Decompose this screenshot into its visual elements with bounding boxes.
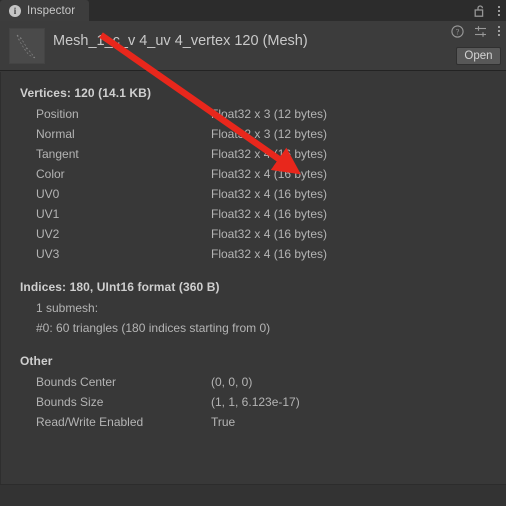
object-title: Mesh_1_c_v 4_uv 4_vertex 120 (Mesh): [53, 33, 308, 49]
kebab-menu-icon-header[interactable]: [498, 24, 500, 38]
lock-open-icon[interactable]: [474, 4, 486, 18]
attribute-label: Normal: [36, 127, 75, 141]
attribute-value: Float32 x 4 (16 bytes): [211, 167, 328, 181]
attribute-value: Float32 x 4 (16 bytes): [211, 207, 328, 221]
submesh-count-row: 1 submesh:: [1, 298, 506, 318]
attribute-value: Float32 x 4 (16 bytes): [211, 187, 328, 201]
attribute-label: Color: [36, 167, 65, 181]
vertex-attribute-row: UV3 Float32 x 4 (16 bytes): [1, 244, 506, 264]
mesh-preview-thumbnail[interactable]: [9, 28, 45, 64]
other-heading: Other: [20, 354, 53, 368]
svg-text:?: ?: [456, 27, 460, 36]
other-value: (1, 1, 6.123e-17): [211, 395, 300, 409]
attribute-value: Float32 x 4 (16 bytes): [211, 227, 328, 241]
other-row: Bounds Size (1, 1, 6.123e-17): [1, 392, 506, 412]
other-row: Bounds Center (0, 0, 0): [1, 372, 506, 392]
vertex-attribute-row: Position Float32 x 3 (12 bytes): [1, 104, 506, 124]
attribute-label: Tangent: [36, 147, 79, 161]
attribute-value: Float32 x 4 (16 bytes): [211, 147, 328, 161]
open-button[interactable]: Open: [456, 47, 501, 65]
attribute-label: UV3: [36, 247, 60, 261]
vertex-attribute-row: Normal Float32 x 3 (12 bytes): [1, 124, 506, 144]
attribute-value: Float32 x 3 (12 bytes): [211, 127, 328, 141]
vertex-attribute-row: UV0 Float32 x 4 (16 bytes): [1, 184, 506, 204]
vertex-attribute-row: Tangent Float32 x 4 (16 bytes): [1, 144, 506, 164]
other-label: Bounds Center: [36, 375, 117, 389]
status-bar: [0, 484, 506, 506]
other-label: Bounds Size: [36, 395, 104, 409]
vertex-attribute-row: UV2 Float32 x 4 (16 bytes): [1, 224, 506, 244]
other-label: Read/Write Enabled: [36, 415, 144, 429]
mesh-info-panel: Vertices: 120 (14.1 KB) Position Float32…: [0, 72, 506, 484]
inspector-window: i Inspector Mesh_1_c_v 4_uv 4_vertex 120…: [0, 0, 506, 506]
attribute-label: UV2: [36, 227, 60, 241]
submesh-label: #0: 60 triangles (180 indices starting f…: [36, 321, 271, 335]
object-header: Mesh_1_c_v 4_uv 4_vertex 120 (Mesh) ? Op…: [0, 21, 506, 71]
submesh-count-label: 1 submesh:: [36, 301, 99, 315]
attribute-value: Float32 x 3 (12 bytes): [211, 107, 328, 121]
attribute-label: Position: [36, 107, 79, 121]
vertex-attribute-row: UV1 Float32 x 4 (16 bytes): [1, 204, 506, 224]
attribute-value: Float32 x 4 (16 bytes): [211, 247, 328, 261]
attribute-label: UV1: [36, 207, 60, 221]
tab-inspector-label: Inspector: [27, 4, 76, 17]
indices-heading: Indices: 180, UInt16 format (360 B): [20, 280, 220, 294]
tab-bar: i Inspector: [0, 0, 506, 21]
other-row: Read/Write Enabled True: [1, 412, 506, 432]
other-value: (0, 0, 0): [211, 375, 253, 389]
tab-bar-actions: [474, 0, 500, 21]
help-icon[interactable]: ?: [451, 24, 464, 38]
other-value: True: [211, 415, 236, 429]
attribute-label: UV0: [36, 187, 60, 201]
tab-inspector[interactable]: i Inspector: [0, 0, 90, 21]
info-icon: i: [9, 4, 21, 17]
vertex-attribute-row: Color Float32 x 4 (16 bytes): [1, 164, 506, 184]
kebab-menu-icon[interactable]: [498, 4, 500, 18]
preset-settings-icon[interactable]: [474, 25, 488, 38]
submesh-row: #0: 60 triangles (180 indices starting f…: [1, 318, 506, 338]
vertices-heading: Vertices: 120 (14.1 KB): [20, 86, 152, 100]
object-header-actions: ?: [451, 24, 500, 38]
